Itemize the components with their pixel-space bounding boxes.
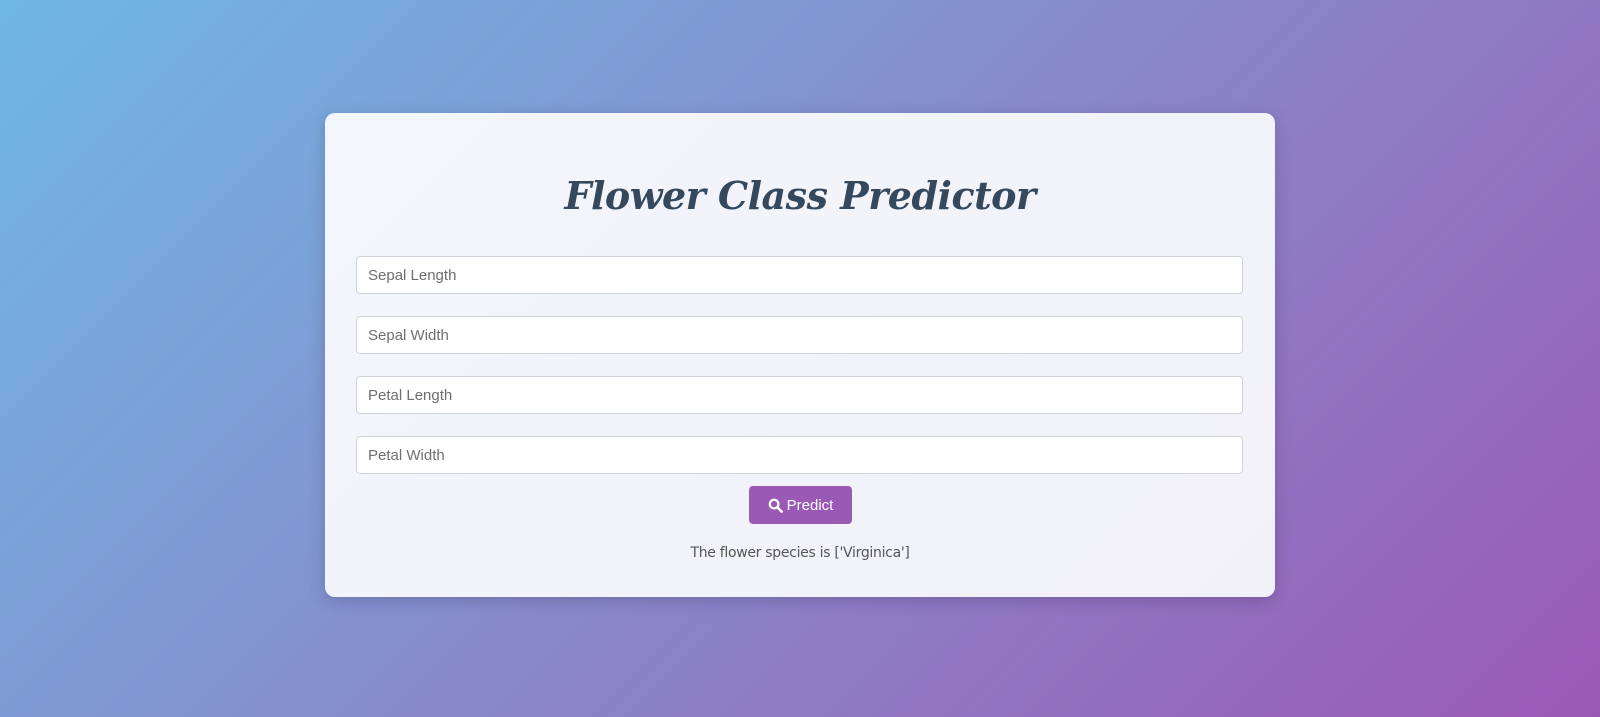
prediction-result: The flower species is ['Virginica']: [690, 545, 910, 561]
page-title: Flower Class Predictor: [564, 173, 1036, 218]
petal-length-input[interactable]: [356, 376, 1243, 414]
sepal-length-input[interactable]: [356, 256, 1243, 294]
search-icon: [768, 498, 783, 513]
predictor-card: Flower Class Predictor Predict The flowe…: [325, 113, 1275, 597]
predict-button-label: Predict: [786, 496, 834, 514]
predict-button[interactable]: Predict: [749, 486, 852, 524]
sepal-width-input[interactable]: [356, 316, 1243, 354]
petal-width-input[interactable]: [356, 436, 1243, 474]
